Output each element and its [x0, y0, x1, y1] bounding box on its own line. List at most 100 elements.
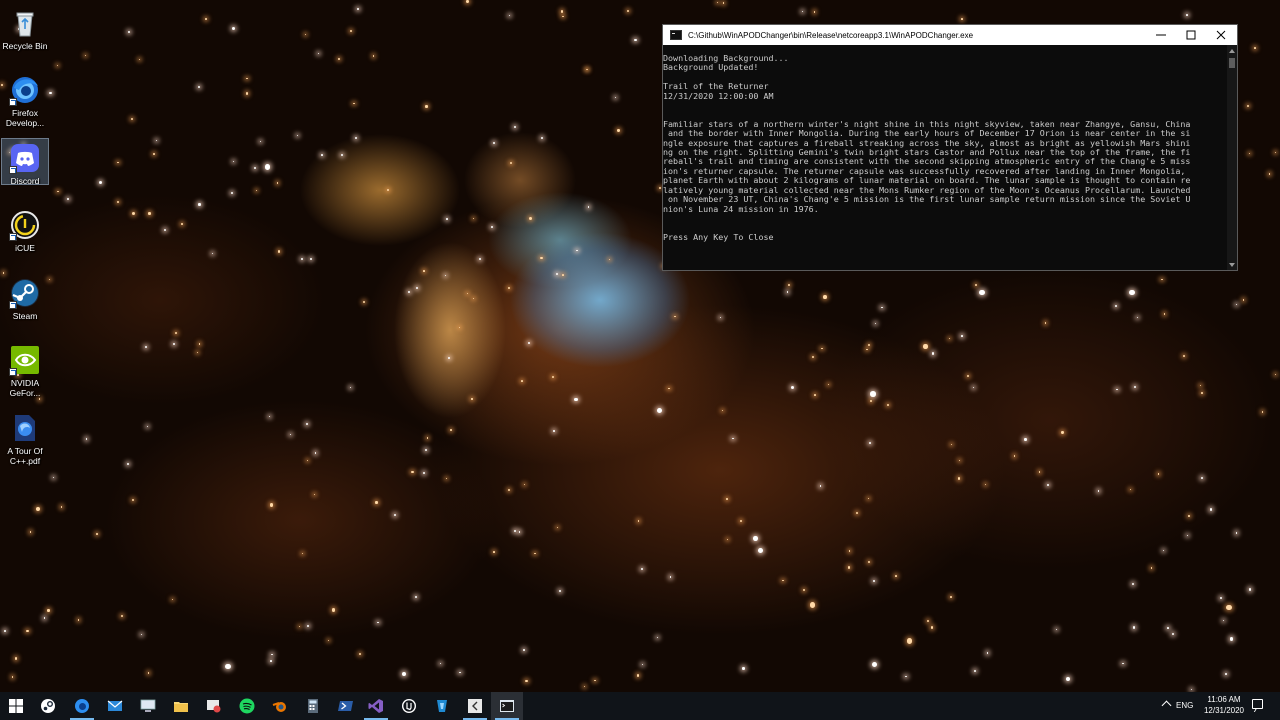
wallpaper-star — [868, 561, 871, 563]
wallpaper-star — [821, 347, 824, 350]
wallpaper-star — [98, 180, 102, 184]
wallpaper-star — [424, 448, 428, 452]
taskbar-clock[interactable]: 11:06 AM 12/31/2020 — [1198, 694, 1250, 716]
taskbar-app-blue[interactable] — [426, 692, 458, 720]
wallpaper-star — [230, 191, 233, 194]
wallpaper-star — [321, 153, 324, 156]
wallpaper-star — [458, 671, 461, 674]
minimize-button[interactable] — [1146, 25, 1176, 45]
wallpaper-star — [1046, 483, 1049, 486]
wallpaper-star — [253, 167, 256, 169]
wallpaper-star — [449, 428, 452, 431]
wallpaper-star — [175, 331, 178, 334]
wallpaper-star — [277, 250, 280, 253]
taskbar-visual-studio-code[interactable] — [459, 692, 491, 720]
wallpaper-star — [337, 58, 340, 61]
clock-date: 12/31/2020 — [1203, 706, 1245, 715]
wallpaper-star — [301, 553, 303, 555]
wallpaper-star — [812, 356, 814, 359]
spotify-icon — [239, 698, 255, 714]
maximize-button[interactable] — [1176, 25, 1206, 45]
taskbar-calculator[interactable] — [297, 692, 329, 720]
wallpaper-star — [722, 409, 724, 411]
taskbar-mail[interactable] — [99, 692, 131, 720]
taskbar-visual-studio[interactable] — [360, 692, 392, 720]
taskbar-unreal-engine[interactable] — [393, 692, 425, 720]
wallpaper-star — [1056, 628, 1058, 630]
taskbar-steam[interactable] — [32, 692, 64, 720]
close-icon — [1216, 30, 1226, 40]
wallpaper-star — [84, 54, 87, 56]
wallpaper-star — [232, 26, 236, 30]
wallpaper-star — [14, 657, 17, 660]
wallpaper-star — [1261, 411, 1264, 413]
show-hidden-icons-chevron-icon[interactable] — [1161, 700, 1172, 711]
taskbar-blender[interactable] — [264, 692, 296, 720]
wallpaper-star — [636, 674, 639, 677]
wallpaper-star — [716, 1, 718, 3]
wallpaper-star — [540, 256, 543, 259]
taskbar-remote-desktop[interactable] — [132, 692, 164, 720]
taskbar-snipping-tool[interactable] — [198, 692, 230, 720]
taskbar-firefox[interactable] — [66, 692, 98, 720]
wallpaper-star — [306, 459, 308, 461]
console-output[interactable]: Downloading Background... Background Upd… — [663, 45, 1227, 270]
close-button[interactable] — [1206, 25, 1236, 45]
console-window[interactable]: C:\Github\WinAPODChanger\bin\Release\net… — [662, 24, 1238, 271]
wallpaper-star — [466, 0, 469, 3]
notification-center-icon[interactable] — [1252, 699, 1263, 709]
taskbar-powershell[interactable] — [330, 692, 362, 720]
desktop-icon-label: Recycle Bin — [2, 41, 48, 51]
wallpaper-star — [232, 160, 235, 163]
wallpaper-star — [906, 638, 913, 644]
wallpaper-star — [269, 503, 274, 508]
wallpaper-star — [296, 134, 298, 136]
input-language-indicator[interactable]: ENG — [1176, 692, 1193, 720]
desktop-icon-discord[interactable]: Discord — [1, 138, 49, 186]
scrollbar-thumb[interactable] — [1229, 58, 1235, 68]
wallpaper-star — [541, 137, 544, 140]
wallpaper-star — [561, 274, 564, 277]
wallpaper-star — [43, 617, 46, 619]
wallpaper-star — [584, 685, 586, 688]
wallpaper-star — [887, 403, 890, 406]
desktop-icon-label: A Tour Of C++.pdf — [7, 446, 43, 466]
taskbar-console-window[interactable] — [491, 692, 523, 720]
console-scrollbar[interactable] — [1227, 45, 1237, 270]
wallpaper-star — [57, 190, 59, 193]
wallpaper-star — [304, 33, 307, 36]
wallpaper-star — [128, 31, 131, 34]
minimize-icon — [1156, 34, 1166, 36]
wallpaper-star — [950, 443, 952, 445]
wallpaper-star — [1268, 173, 1271, 176]
scroll-up-icon[interactable] — [1229, 49, 1235, 53]
wallpaper-star — [363, 301, 366, 304]
wallpaper-star — [848, 550, 851, 552]
wallpaper-star — [979, 289, 985, 296]
desktop-icon-steam[interactable]: Steam — [2, 274, 48, 321]
desktop-icon-label: Steam — [12, 311, 38, 321]
scroll-down-icon[interactable] — [1229, 263, 1235, 267]
desktop-icon-icue[interactable]: iCUE — [2, 206, 48, 253]
console-app-icon — [670, 30, 682, 40]
desktop-icon-recycle-bin[interactable]: Recycle Bin — [2, 4, 48, 51]
console-titlebar[interactable]: C:\Github\WinAPODChanger\bin\Release\net… — [663, 25, 1237, 45]
wallpaper-star — [245, 92, 249, 95]
wallpaper-star — [868, 343, 871, 347]
wallpaper-star — [586, 69, 588, 71]
desktop-icon-firefox-developer[interactable]: Firefox Develop... — [2, 71, 48, 128]
nvidia-geforce-icon — [9, 344, 41, 376]
wallpaper-star — [271, 653, 273, 655]
taskbar-file-explorer[interactable] — [165, 692, 197, 720]
wallpaper-star — [1226, 605, 1232, 611]
wallpaper-star — [423, 471, 426, 474]
wallpaper-star — [1136, 316, 1139, 318]
wallpaper-star — [551, 375, 554, 378]
taskbar-spotify[interactable] — [231, 692, 263, 720]
wallpaper-star — [722, 2, 725, 4]
desktop-icon-pdf-document[interactable]: A Tour Of C++.pdf — [2, 409, 48, 466]
wallpaper-star — [509, 162, 513, 165]
start-button[interactable] — [0, 692, 32, 720]
desktop-icon-nvidia-geforce[interactable]: NVIDIA GeFor... — [2, 341, 48, 398]
wallpaper-star — [1247, 105, 1250, 108]
